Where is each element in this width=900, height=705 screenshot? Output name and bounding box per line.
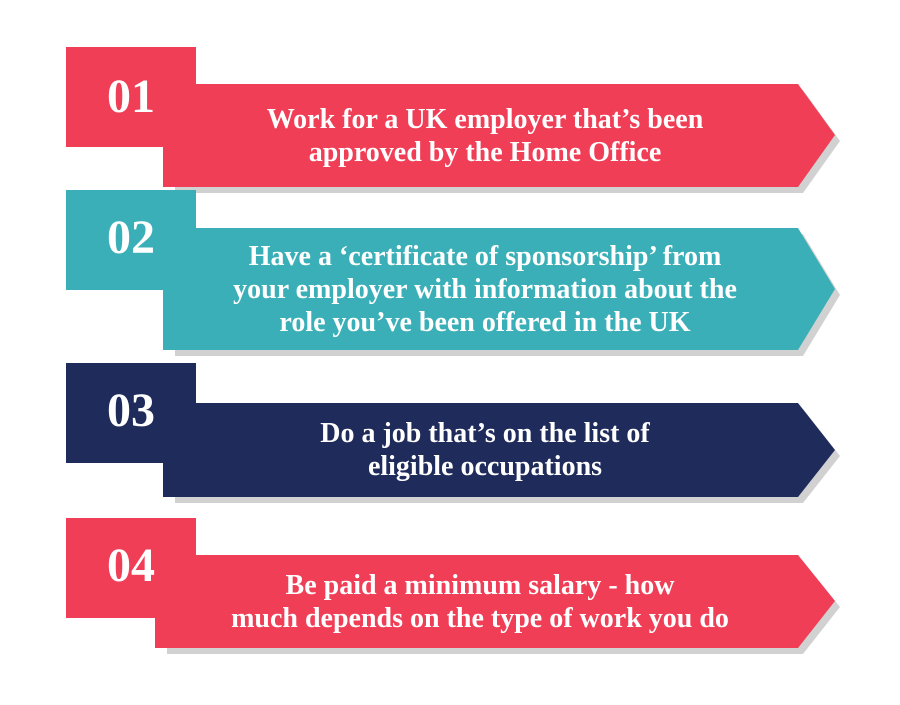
step-2-line-1: Have a ‘certificate of sponsorship’ from [248,240,722,272]
step-3-text: Do a job that’s on the list of eligible … [195,403,775,497]
step-2-line-3: role you’ve been offered in the UK [279,306,691,338]
step-3-line-2: eligible occupations [367,451,603,482]
infographic: { "colors": { "red": "#f03e56", "red_dar… [0,0,900,705]
step-1: 01 Work for a UK employer that’s been ap… [0,47,900,197]
step-4: 04 Be paid a minimum salary - how much d… [0,518,900,668]
step-4-line-2: much depends on the type of work you do [231,602,729,634]
step-2-line-2: your employer with information about the [233,273,737,305]
step-2: 02 Have a ‘certificate of sponsorship’ f… [0,190,900,360]
step-4-line-1: Be paid a minimum salary - how [285,569,675,601]
step-1-text: Work for a UK employer that’s been appro… [195,84,775,187]
step-4-number: 04 [107,539,155,592]
step-4-text: Be paid a minimum salary - how much depe… [185,555,775,648]
step-1-line-1: Work for a UK employer that’s been [266,103,704,135]
step-1-line-2: approved by the Home Office [308,136,662,168]
step-2-number: 02 [107,211,155,264]
step-3-number: 03 [107,384,155,437]
step-2-text: Have a ‘certificate of sponsorship’ from… [190,228,780,350]
step-3: 03 Do a job that’s on the list of eligib… [0,363,900,513]
step-3-line-1: Do a job that’s on the list of [320,418,650,449]
step-1-number: 01 [107,70,155,123]
